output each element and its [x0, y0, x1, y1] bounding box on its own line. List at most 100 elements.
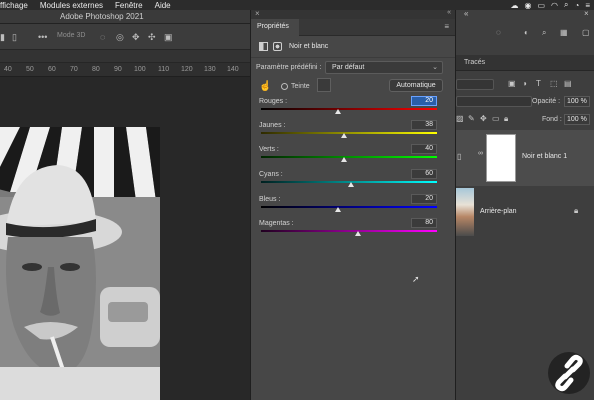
distribute-icon[interactable]: ▯ — [12, 32, 17, 43]
adjustments-icon[interactable]: ◐ — [524, 28, 529, 37]
slider-value-field[interactable]: 60 — [411, 169, 437, 179]
filter-shape-icon[interactable]: ⬚ — [550, 79, 558, 88]
mask-icon[interactable] — [273, 42, 282, 51]
lock-all-icon[interactable]: 🔒︎ — [504, 114, 508, 124]
wifi-icon[interactable]: ◠ — [551, 1, 558, 10]
adjustment-name: Noir et blanc — [289, 43, 329, 50]
slider-track[interactable] — [261, 108, 437, 110]
align-icon[interactable]: ▮ — [0, 32, 5, 43]
menubar: ffichage Modules externes Fenêtre Aide ☁… — [0, 0, 594, 10]
chain-link-icon[interactable]: ∞ — [478, 150, 483, 157]
watermark-logo — [548, 352, 590, 394]
panel-menu-icon[interactable]: ≡ — [444, 22, 449, 31]
layer-mask-thumbnail[interactable] — [486, 134, 516, 182]
rotate-3d-icon[interactable]: ◌ — [100, 32, 105, 42]
filter-image-icon[interactable]: ▣ — [508, 79, 516, 88]
slider-value-field[interactable]: 38 — [411, 120, 437, 130]
tint-color-swatch[interactable] — [317, 78, 331, 92]
window-title: Adobe Photoshop 2021 — [60, 12, 144, 21]
libraries-icon[interactable]: ◌ — [496, 28, 501, 37]
slider-track[interactable] — [261, 230, 437, 232]
slider-track[interactable] — [261, 206, 437, 208]
document-tab-bar — [0, 50, 250, 63]
search-icon[interactable]: ⌕ — [564, 0, 568, 10]
scale-3d-icon[interactable]: ▣ — [164, 32, 173, 43]
document-canvas[interactable] — [0, 77, 250, 400]
user-icon[interactable]: ◔ — [574, 1, 579, 10]
preset-dropdown[interactable]: Par défaut ⌄ — [325, 61, 443, 74]
slider-label: Verts : — [259, 146, 279, 153]
ruler-tick: 110 — [158, 66, 170, 73]
panel-header-strip: × « — [251, 9, 455, 19]
close-panel-icon[interactable]: × — [255, 9, 260, 18]
ruler-tick: 130 — [204, 66, 216, 73]
layer-filter-dropdown[interactable] — [456, 79, 494, 90]
filter-adjust-icon[interactable]: ◑ — [522, 79, 527, 88]
tab-properties[interactable]: Propriétés — [251, 19, 299, 36]
slider-track[interactable] — [261, 132, 437, 134]
slide-3d-icon[interactable]: ✣ — [148, 32, 156, 43]
slider-thumb[interactable] — [335, 207, 342, 212]
layer-row-noir-et-blanc[interactable]: ▯ ∞ Noir et blanc 1 — [456, 130, 594, 186]
layer-name[interactable]: Noir et blanc 1 — [522, 153, 567, 160]
slider-thumb[interactable] — [347, 182, 354, 187]
lock-icon[interactable]: 🔒︎ — [574, 206, 578, 216]
layer-name[interactable]: Arrière-plan — [480, 208, 517, 215]
drag-3d-icon[interactable]: ✥ — [132, 32, 140, 43]
slider-thumb[interactable] — [340, 133, 347, 138]
targeted-adjustment-hand-icon[interactable]: ☝ — [259, 81, 271, 92]
grid-icon[interactable]: ▦ — [560, 28, 568, 37]
chat-icon[interactable]: ▢ — [582, 28, 590, 37]
slider-thumb[interactable] — [340, 157, 347, 162]
layers-panel: « × ◌ ◐ ⌕ ▦ ▢ Tracés ▣ ◑ T ⬚ ▤ Opacité :… — [456, 9, 594, 400]
ruler-tick: 60 — [48, 66, 56, 73]
close-icon[interactable]: × — [584, 9, 589, 18]
adjustment-header: Noir et blanc — [251, 36, 455, 58]
layer-row-background[interactable]: Arrière-plan 🔒︎ — [456, 186, 594, 238]
menu-fenetre[interactable]: Fenêtre — [115, 1, 143, 10]
menu-modules-externes[interactable]: Modules externes — [40, 1, 103, 10]
slider-label: Magentas : — [259, 220, 294, 227]
tint-checkbox[interactable] — [281, 83, 288, 90]
slider-4: Bleus : 20 — [251, 194, 457, 220]
lock-pixels-icon[interactable]: ▨ — [456, 114, 464, 123]
tab-paths[interactable]: Tracés — [464, 59, 485, 66]
ruler-tick: 120 — [181, 66, 193, 73]
lock-artboard-icon[interactable]: ▭ — [492, 114, 500, 123]
lock-move-icon[interactable]: ✥ — [480, 114, 487, 123]
slider-3: Cyans : 60 — [251, 169, 457, 195]
ruler-tick: 140 — [227, 66, 239, 73]
creative-cloud-icon[interactable]: ☁ — [510, 1, 518, 10]
menu-aide[interactable]: Aide — [155, 1, 171, 10]
slider-track[interactable] — [261, 156, 437, 158]
slider-label: Bleus : — [259, 196, 281, 203]
filter-smart-icon[interactable]: ▤ — [564, 79, 572, 88]
slider-label: Jaunes : — [259, 122, 286, 129]
record-icon[interactable]: ◉ — [524, 1, 531, 10]
slider-thumb[interactable] — [354, 231, 361, 236]
roll-3d-icon[interactable]: ◎ — [116, 32, 124, 43]
fill-field[interactable]: 100 % — [564, 114, 590, 125]
filter-type-icon[interactable]: T — [536, 79, 541, 88]
menu-affichage[interactable]: ffichage — [0, 1, 28, 10]
slider-value-field[interactable]: 40 — [411, 144, 437, 154]
slider-value-field[interactable]: 20 — [411, 96, 437, 106]
photo-old-man-grayscale — [0, 127, 160, 400]
blend-mode-dropdown[interactable] — [456, 96, 532, 107]
search-icon[interactable]: ⌕ — [542, 28, 546, 38]
collapse-icon[interactable]: « — [464, 9, 468, 18]
opacity-field[interactable]: 100 % — [564, 96, 590, 107]
mode-3d-label: Mode 3D — [57, 32, 86, 39]
auto-button[interactable]: Automatique — [389, 79, 443, 92]
horizontal-ruler: 40 50 60 70 80 90 100 110 120 130 140 — [0, 63, 250, 77]
lock-paint-icon[interactable]: ✎ — [468, 114, 475, 123]
fill-label: Fond : — [542, 116, 562, 123]
collapse-panel-icon[interactable]: « — [447, 9, 451, 16]
slider-thumb[interactable] — [335, 109, 342, 114]
more-options-icon[interactable]: ••• — [38, 32, 47, 42]
slider-label: Rouges : — [259, 98, 288, 105]
preset-label: Paramètre prédéfini : — [256, 64, 322, 71]
screen-icon[interactable]: ▭ — [537, 1, 545, 10]
slider-value-field[interactable]: 20 — [411, 194, 437, 204]
slider-value-field[interactable]: 80 — [411, 218, 437, 228]
